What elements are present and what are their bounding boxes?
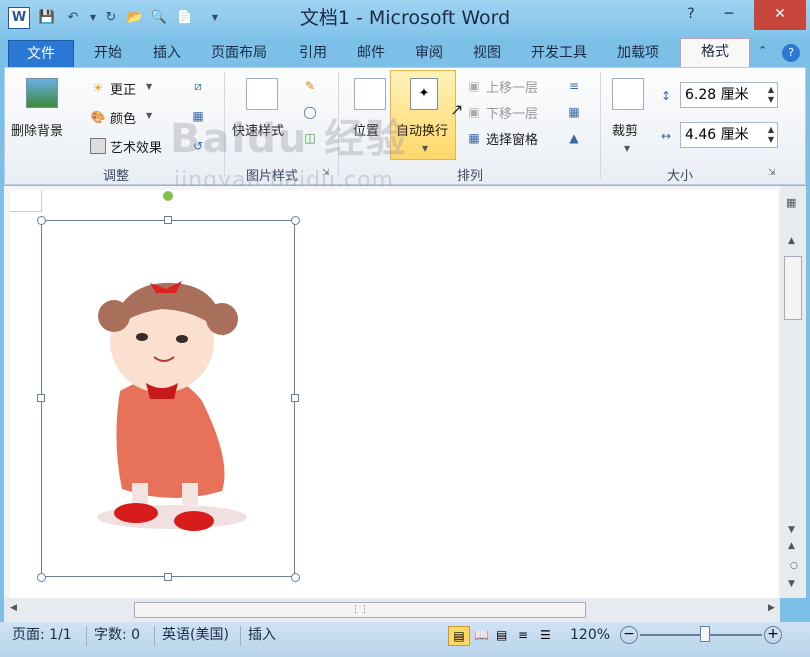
remove-background-icon[interactable] xyxy=(26,78,58,108)
margin-corner-mark xyxy=(10,190,42,212)
resize-handle-se[interactable] xyxy=(291,573,300,582)
wrap-text-dropdown-icon: ▼ xyxy=(422,144,429,153)
crop-icon[interactable] xyxy=(612,78,644,110)
wrap-text-icon: ✦ xyxy=(410,78,438,110)
artistic-effects-button[interactable]: 艺术效果 xyxy=(110,137,162,156)
print-layout-icon[interactable]: ▤ xyxy=(448,626,470,646)
separator xyxy=(240,626,241,646)
corrections-icon[interactable]: ☀ xyxy=(90,80,106,96)
scroll-down-icon[interactable]: ▼ xyxy=(788,525,795,535)
resize-handle-w[interactable] xyxy=(37,394,45,402)
rotate-icon[interactable]: ▲ xyxy=(566,130,582,146)
corrections-button[interactable]: 更正 xyxy=(110,79,136,98)
crop-dropdown-icon[interactable]: ▼ xyxy=(624,144,630,153)
tab-home[interactable]: 开始 xyxy=(80,40,136,68)
zoom-in-icon[interactable]: + xyxy=(764,626,782,644)
collapse-ribbon-icon[interactable]: ⌃ xyxy=(758,44,767,57)
separator xyxy=(600,72,601,178)
vertical-scroll-thumb[interactable] xyxy=(784,256,802,320)
send-backward-icon[interactable]: ▣ xyxy=(466,104,482,120)
group-label-adjust: 调整 xyxy=(102,169,129,184)
color-button[interactable]: 颜色 xyxy=(110,108,136,127)
color-icon[interactable]: 🎨 xyxy=(90,109,106,125)
width-icon: ↔ xyxy=(660,129,672,143)
help-question-icon[interactable]: ? xyxy=(782,44,800,62)
color-dropdown-icon[interactable]: ▼ xyxy=(146,111,152,120)
rotate-handle[interactable] xyxy=(163,191,173,201)
separator xyxy=(86,626,87,646)
horizontal-scrollbar[interactable]: ◀ ⋮⋮ ▶ xyxy=(4,598,780,622)
scroll-left-icon[interactable]: ◀ xyxy=(10,603,17,613)
bring-forward-icon[interactable]: ▣ xyxy=(466,78,482,94)
mouse-cursor-icon: ↗ xyxy=(450,100,464,119)
tab-developer[interactable]: 开发工具 xyxy=(522,40,596,68)
scroll-right-icon[interactable]: ▶ xyxy=(768,603,775,613)
height-icon: ↕ xyxy=(660,89,672,103)
artistic-effects-icon[interactable] xyxy=(90,138,106,154)
web-layout-icon[interactable]: ▤ xyxy=(496,628,507,642)
selection-pane-icon[interactable]: ▦ xyxy=(466,130,482,146)
ruler-toggle-icon[interactable]: ▦ xyxy=(786,196,796,209)
selection-pane-button[interactable]: 选择窗格 xyxy=(486,129,538,148)
resize-handle-e[interactable] xyxy=(291,394,299,402)
help-icon[interactable]: ? xyxy=(672,0,710,30)
selected-picture[interactable] xyxy=(41,220,295,577)
page-indicator[interactable]: 页面: 1/1 xyxy=(8,624,76,646)
tab-view[interactable]: 视图 xyxy=(460,40,514,68)
zoom-out-icon[interactable]: − xyxy=(620,626,638,644)
tab-review[interactable]: 审阅 xyxy=(404,40,454,68)
group-icon[interactable]: ▦ xyxy=(566,104,582,120)
resize-handle-s[interactable] xyxy=(164,573,172,581)
tab-mailings[interactable]: 邮件 xyxy=(346,40,396,68)
remove-background-label[interactable]: 删除背景 xyxy=(11,120,63,139)
tab-file[interactable]: 文件 xyxy=(8,40,74,68)
group-label-arrange: 排列 xyxy=(456,169,483,184)
tab-format[interactable]: 格式 xyxy=(680,38,750,68)
resize-handle-sw[interactable] xyxy=(37,573,46,582)
word-count[interactable]: 字数: 0 xyxy=(90,624,144,646)
picture-border-icon[interactable]: ✎ xyxy=(302,78,318,94)
crop-button[interactable]: 裁剪 xyxy=(612,120,638,139)
close-button[interactable]: ✕ xyxy=(754,0,806,30)
bring-forward-button[interactable]: 上移一层 xyxy=(486,77,538,96)
tab-references[interactable]: 引用 xyxy=(288,40,338,68)
next-page-icon[interactable]: ▼ xyxy=(788,579,795,589)
size-dialog-launcher-icon[interactable]: ⇲ xyxy=(768,168,776,178)
baidu-watermark: Baidu 经验 xyxy=(170,116,409,162)
height-spinner[interactable]: 6.28 厘米 ▲ ▼ xyxy=(680,82,778,108)
vertical-scrollbar[interactable] xyxy=(780,186,806,598)
insert-mode[interactable]: 插入 xyxy=(244,624,280,646)
browse-object-icon[interactable]: ○ xyxy=(790,561,798,571)
draft-icon[interactable]: ☰ xyxy=(540,628,551,642)
tab-addins[interactable]: 加载项 xyxy=(606,40,670,68)
outline-icon[interactable]: ≡ xyxy=(518,628,528,642)
separator xyxy=(154,626,155,646)
send-backward-button[interactable]: 下移一层 xyxy=(486,103,538,122)
horizontal-scroll-thumb[interactable]: ⋮⋮ xyxy=(134,602,586,618)
height-value: 6.28 厘米 xyxy=(685,87,749,103)
language-indicator[interactable]: 英语(美国) xyxy=(158,624,233,646)
width-spinner[interactable]: 4.46 厘米 ▲ ▼ xyxy=(680,122,778,148)
compress-pictures-icon[interactable]: ⧄ xyxy=(190,78,206,94)
width-spin-arrows[interactable]: ▲ ▼ xyxy=(768,125,774,145)
zoom-level[interactable]: 120% xyxy=(566,624,614,646)
align-icon[interactable]: ≡ xyxy=(566,78,582,94)
height-spin-arrows[interactable]: ▲ ▼ xyxy=(768,85,774,105)
resize-handle-n[interactable] xyxy=(164,216,172,224)
resize-handle-nw[interactable] xyxy=(37,216,46,225)
group-label-size: 大小 xyxy=(666,169,693,184)
corrections-dropdown-icon[interactable]: ▼ xyxy=(146,82,152,91)
girl-figure-image xyxy=(97,281,247,531)
scroll-up-icon[interactable]: ▲ xyxy=(788,236,795,246)
full-screen-reading-icon[interactable]: 📖 xyxy=(474,628,489,642)
prev-page-icon[interactable]: ▲ xyxy=(788,541,795,551)
resize-handle-ne[interactable] xyxy=(291,216,300,225)
tab-insert[interactable]: 插入 xyxy=(140,40,194,68)
zoom-slider-thumb[interactable] xyxy=(700,626,710,642)
width-value: 4.46 厘米 xyxy=(685,127,749,143)
tab-page-layout[interactable]: 页面布局 xyxy=(200,40,278,68)
